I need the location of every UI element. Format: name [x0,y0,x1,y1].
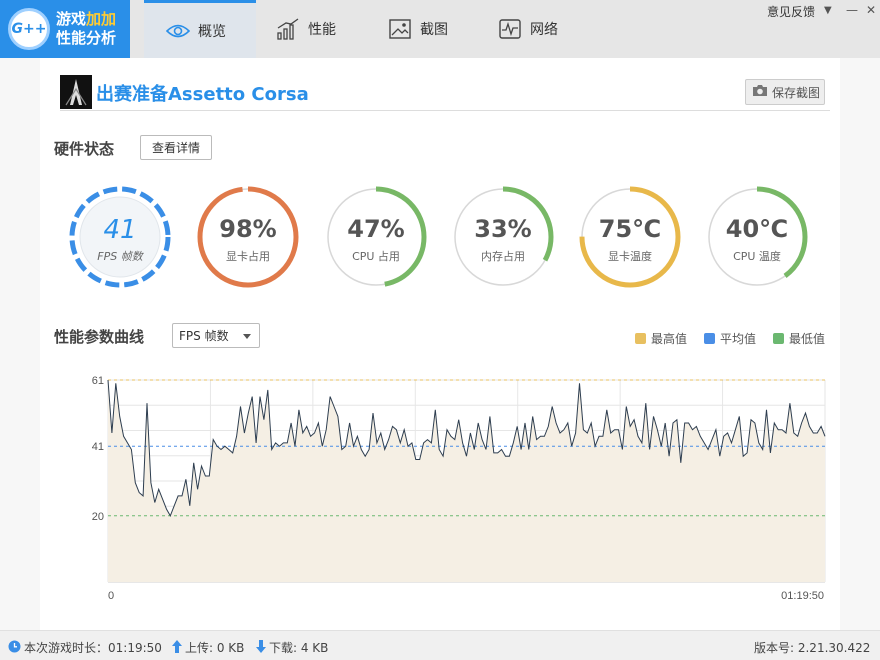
session-duration: 本次游戏时长：01:19:50 [8,639,162,656]
chart-ytick-label: 20 [92,511,104,523]
upload-stat-text: 上传: 0 KB [185,641,245,655]
game-icon [60,75,92,109]
image-icon [388,17,412,41]
tab-performance-label: 性能 [308,22,336,38]
performance-chart: 61 41 20 0 01:19:50 [92,375,826,602]
gauge-cpu-temperature-value: 40℃ [725,215,789,243]
upload-stat: 上传: 0 KB [172,639,244,656]
legend-max-label: 最高值 [651,332,688,346]
gauge-gpu-usage-value: 98% [219,215,277,243]
legend-avg: 平均值 [704,330,756,347]
tab-network[interactable]: 网络 [498,0,588,58]
metric-select-value: FPS 帧数 [179,329,229,343]
save-screenshot-button[interactable]: 保存截图 [745,79,825,105]
session-duration-text: 本次游戏时长：01:19:50 [24,641,162,655]
gauge-cpu-usage-value: 47% [347,215,405,243]
game-header: 出赛准备Assetto Corsa 保存截图 [60,75,830,111]
hardware-status-title: 硬件状态 [54,140,115,158]
metric-select[interactable]: FPS 帧数 [172,323,260,348]
overview-panel: 出赛准备Assetto Corsa 保存截图 硬件状态 查看详情 41 FPS … [40,58,840,630]
bar-chart-icon [276,17,300,41]
view-details-button[interactable]: 查看详情 [140,135,212,160]
download-stat: 下载: 4 KB [256,639,328,656]
gauge-fps-value: 41 [103,215,137,245]
gauge-gpu-usage-label: 显卡占用 [226,250,270,263]
chart-ytick-label: 41 [92,441,104,453]
chevron-down-icon [243,334,251,339]
gauge-gpu-temperature-label: 显卡温度 [608,250,652,263]
chart-x-end-label: 01:19:50 [781,590,824,602]
version-info: 版本号: 2.21.30.422 [754,639,870,656]
legend-min-swatch [773,333,784,344]
gauge-fps-label: FPS 帧数 [97,250,143,263]
gauge-gpu-temperature: 75℃ 显卡温度 [578,185,682,289]
gauge-memory-usage: 33% 内存占用 [451,185,555,289]
gauge-cpu-temperature-label: CPU 温度 [733,250,781,263]
feedback-link[interactable]: 意见反馈 [767,3,815,20]
tab-performance[interactable]: 性能 [276,0,366,58]
legend-avg-swatch [704,333,715,344]
legend-max-swatch [635,333,646,344]
tab-screenshot-label: 截图 [420,22,448,38]
eye-icon [166,19,190,43]
app-name: 游戏加加 性能分析 [56,10,116,48]
upload-arrow-icon [172,639,182,656]
tab-screenshot[interactable]: 截图 [388,0,478,58]
gauge-gpu-usage: 98% 显卡占用 [196,185,300,289]
gauge-cpu-temperature: 40℃ CPU 温度 [705,185,809,289]
tab-network-label: 网络 [530,22,558,38]
legend-min: 最低值 [773,330,825,347]
performance-curve-title: 性能参数曲线 [54,328,145,346]
download-stat-text: 下载: 4 KB [269,641,329,655]
clock-icon [8,640,21,656]
save-screenshot-label: 保存截图 [772,85,821,100]
app-name-line2: 性能分析 [56,29,117,47]
gauge-cpu-usage-label: CPU 占用 [352,250,400,263]
minimize-icon[interactable]: — [846,3,858,17]
app-name-line1-b: 加加 [86,10,117,28]
gauge-memory-usage-label: 内存占用 [481,250,525,263]
app-logo: G++ 游戏加加 性能分析 [0,0,130,58]
camera-icon [752,84,768,100]
version-text: 版本号: 2.21.30.422 [754,641,871,655]
game-title: 出赛准备Assetto Corsa [96,84,309,105]
status-bar: 本次游戏时长：01:19:50 上传: 0 KB 下载: 4 KB 版本号: 2… [0,630,880,660]
chart-x-start-label: 0 [108,590,114,602]
tab-overview-label: 概览 [198,23,226,40]
legend-avg-label: 平均值 [720,332,757,346]
pulse-icon [498,17,522,41]
chart-ytick-label: 61 [92,375,104,387]
gauge-memory-usage-value: 33% [474,215,532,243]
menu-dropdown-icon[interactable]: ▼ [824,5,832,16]
legend-max: 最高值 [635,330,687,347]
tab-overview[interactable]: 概览 [144,0,256,58]
gauge-gpu-temperature-value: 75℃ [598,215,662,243]
chart-area-fill [108,380,825,582]
legend-min-label: 最低值 [789,332,826,346]
app-name-line1-a: 游戏 [56,10,87,28]
download-arrow-icon [256,639,266,656]
top-bar: G++ 游戏加加 性能分析 概览 性能 截图 网络 意见反馈 ▼ — ✕ [0,0,880,58]
logo-badge-icon: G++ [8,8,50,50]
gauge-cpu-usage: 47% CPU 占用 [324,185,428,289]
close-icon[interactable]: ✕ [866,3,876,17]
gauge-fps: 41 FPS 帧数 [68,185,172,289]
